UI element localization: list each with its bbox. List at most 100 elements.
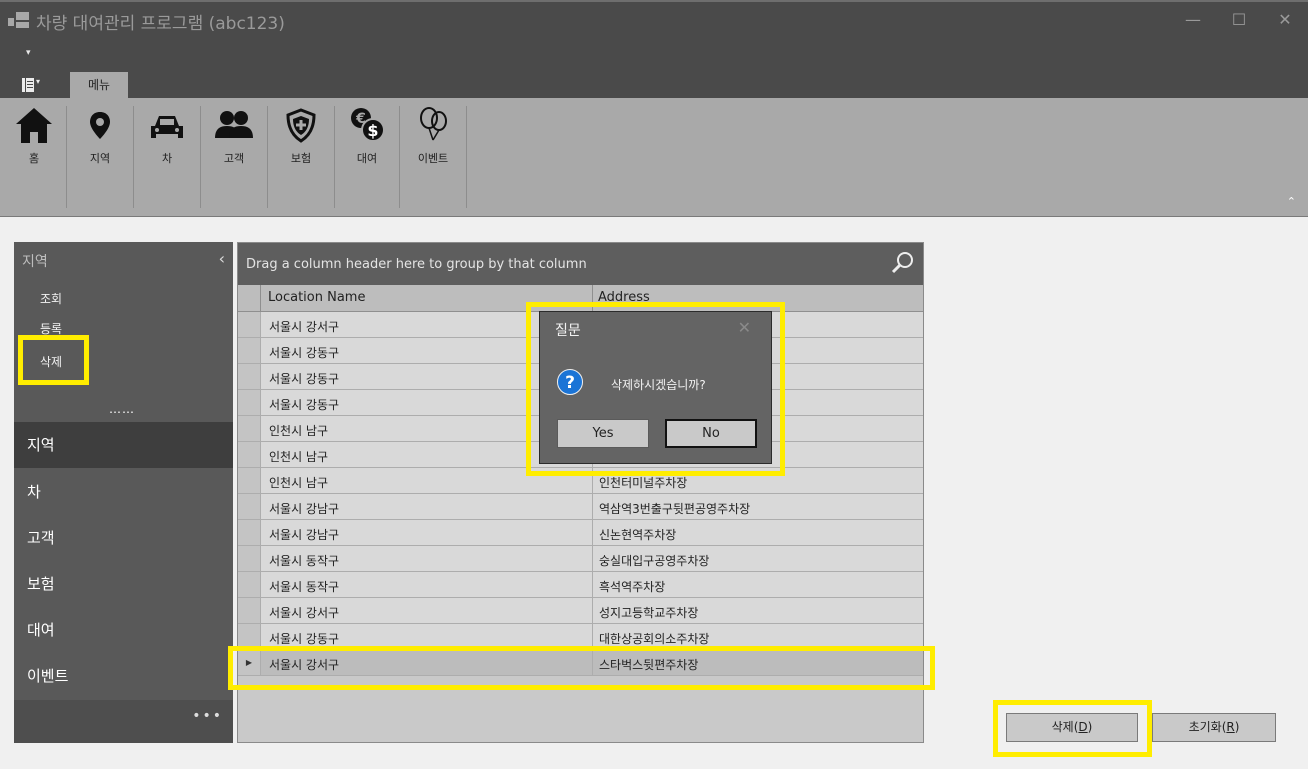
cell-address[interactable]: 숭실대입구공영주차장 (599, 552, 709, 569)
row-indicator[interactable] (238, 468, 261, 493)
cell-location-name[interactable]: 서울시 강남구 (269, 526, 339, 543)
ribbon-button-car[interactable]: 차 (137, 100, 197, 208)
app-icon (8, 12, 30, 28)
row-indicator[interactable] (238, 624, 261, 649)
dialog-yes-button[interactable]: Yes (557, 419, 649, 448)
row-indicator[interactable] (238, 364, 261, 389)
ribbon-button-customer[interactable]: 고객 (204, 100, 264, 208)
table-row[interactable]: 서울시 동작구 흑석역주차장 (238, 572, 923, 598)
navigation-header-title: 지역 (22, 254, 48, 270)
tab-menu[interactable]: 메뉴 (70, 72, 128, 98)
collapse-navigation-icon[interactable]: ‹ (219, 249, 225, 268)
group-panel[interactable]: Drag a column header here to group by th… (238, 243, 923, 285)
cell-location-name[interactable]: 인천시 남구 (269, 448, 328, 465)
column-header-address[interactable]: Address (598, 290, 650, 305)
search-icon[interactable] (891, 251, 915, 278)
nav-item-register[interactable]: 등록 (40, 320, 62, 337)
cell-address[interactable]: 대한상공회의소주차장 (599, 630, 709, 647)
ribbon-button-region[interactable]: 지역 (70, 100, 130, 208)
cell-location-name[interactable]: 서울시 강동구 (269, 370, 339, 387)
delete-button[interactable]: 삭제(D) (1006, 713, 1138, 742)
cell-location-name[interactable]: 인천시 남구 (269, 422, 328, 439)
cell-address[interactable]: 흑석역주차장 (599, 578, 665, 595)
row-indicator[interactable] (238, 416, 261, 441)
cell-address[interactable]: 역삼역3번출구뒷편공영주차장 (599, 500, 750, 517)
cell-location-name[interactable]: 인천시 남구 (269, 474, 328, 491)
ribbon-label-home: 홈 (28, 152, 40, 165)
car-icon (151, 116, 183, 138)
application-menu-dropdown-icon: ▾ (36, 77, 41, 86)
quick-access-toolbar: ▾ (0, 40, 1308, 70)
dialog-title: 질문 (555, 323, 581, 339)
reset-button-label: 초기화(R) (1188, 720, 1240, 734)
cell-location-name[interactable]: 서울시 동작구 (269, 578, 339, 595)
nav-item-query[interactable]: 조회 (40, 290, 62, 307)
current-row-indicator-icon[interactable]: ▶ (238, 650, 261, 675)
ribbon-separator (466, 106, 467, 208)
cell-location-name[interactable]: 서울시 강서구 (269, 604, 339, 621)
table-row[interactable]: 서울시 강남구 역삼역3번출구뒷편공영주차장 (238, 494, 923, 520)
collapse-ribbon-icon[interactable]: ⌃ (1287, 195, 1296, 208)
cell-address[interactable]: 신논현역주차장 (599, 526, 676, 543)
column-header-location-name[interactable]: Location Name (268, 290, 365, 305)
quick-access-dropdown-icon[interactable]: ▾ (26, 48, 31, 58)
cell-location-name[interactable]: 서울시 동작구 (269, 552, 339, 569)
ribbon-separator (267, 106, 268, 208)
cell-address[interactable]: 인천터미널주차장 (599, 474, 687, 491)
ribbon-button-event[interactable]: 이벤트 (403, 100, 463, 208)
row-indicator[interactable] (238, 390, 261, 415)
row-indicator[interactable] (238, 598, 261, 623)
row-indicator[interactable] (238, 546, 261, 571)
more-options-icon[interactable]: ••• (192, 708, 223, 724)
row-indicator[interactable] (238, 494, 261, 519)
table-row[interactable]: 서울시 강서구 성지고등학교주차장 (238, 598, 923, 624)
minimize-button[interactable]: — (1170, 0, 1216, 40)
ribbon-separator (334, 106, 335, 208)
nav-group-car[interactable]: 차 (14, 469, 233, 515)
nav-group-event[interactable]: 이벤트 (14, 653, 233, 699)
ribbon-separator (66, 106, 67, 208)
column-divider (592, 624, 593, 649)
application-menu-button[interactable]: ▾ (22, 77, 48, 92)
ribbon-label-rental: 대여 (356, 152, 378, 165)
cell-address[interactable]: 성지고등학교주차장 (599, 604, 698, 621)
ribbon: 홈 지역 차 고객 보험 € $ 대여 이벤트 ⌃ (0, 98, 1308, 217)
nav-group-customer[interactable]: 고객 (14, 515, 233, 561)
shield-icon (286, 108, 316, 143)
row-indicator[interactable] (238, 572, 261, 597)
cell-location-name[interactable]: 서울시 강남구 (269, 500, 339, 517)
table-row[interactable]: 서울시 동작구 숭실대입구공영주차장 (238, 546, 923, 572)
maximize-button[interactable]: ☐ (1216, 0, 1262, 40)
close-button[interactable]: ✕ (1262, 0, 1308, 40)
column-header-row: Location Name Address (238, 285, 923, 312)
ribbon-separator (133, 106, 134, 208)
row-indicator[interactable] (238, 520, 261, 545)
nav-group-insurance[interactable]: 보험 (14, 561, 233, 607)
navigation-splitter[interactable]: …… (109, 402, 135, 416)
ribbon-button-home[interactable]: 홈 (10, 100, 58, 208)
dialog-no-button[interactable]: No (665, 419, 757, 448)
nav-item-delete[interactable]: 삭제 (40, 353, 62, 370)
nav-group-region[interactable]: 지역 (14, 422, 233, 468)
cell-address[interactable]: 스타벅스뒷편주차장 (599, 656, 698, 673)
column-divider (592, 468, 593, 493)
table-row[interactable]: 서울시 강남구 신논현역주차장 (238, 520, 923, 546)
column-divider (592, 546, 593, 571)
table-row[interactable]: ▶ 서울시 강서구 스타벅스뒷편주차장 (238, 650, 923, 676)
dialog-close-icon[interactable]: ✕ (738, 318, 751, 337)
nav-group-rental[interactable]: 대여 (14, 607, 233, 653)
cell-location-name[interactable]: 서울시 강동구 (269, 630, 339, 647)
reset-button[interactable]: 초기화(R) (1152, 713, 1276, 742)
row-indicator[interactable] (238, 312, 261, 337)
ribbon-button-rental[interactable]: € $ 대여 (338, 100, 396, 208)
cell-location-name[interactable]: 서울시 강동구 (269, 396, 339, 413)
table-row[interactable]: 서울시 강동구 대한상공회의소주차장 (238, 624, 923, 650)
table-row[interactable]: 인천시 남구 인천터미널주차장 (238, 468, 923, 494)
row-indicator[interactable] (238, 442, 261, 467)
row-indicator[interactable] (238, 338, 261, 363)
cell-location-name[interactable]: 서울시 강동구 (269, 344, 339, 361)
cell-location-name[interactable]: 서울시 강서구 (269, 656, 339, 673)
ribbon-button-insurance[interactable]: 보험 (271, 100, 331, 208)
cell-location-name[interactable]: 서울시 강서구 (269, 318, 339, 335)
column-divider (592, 572, 593, 597)
